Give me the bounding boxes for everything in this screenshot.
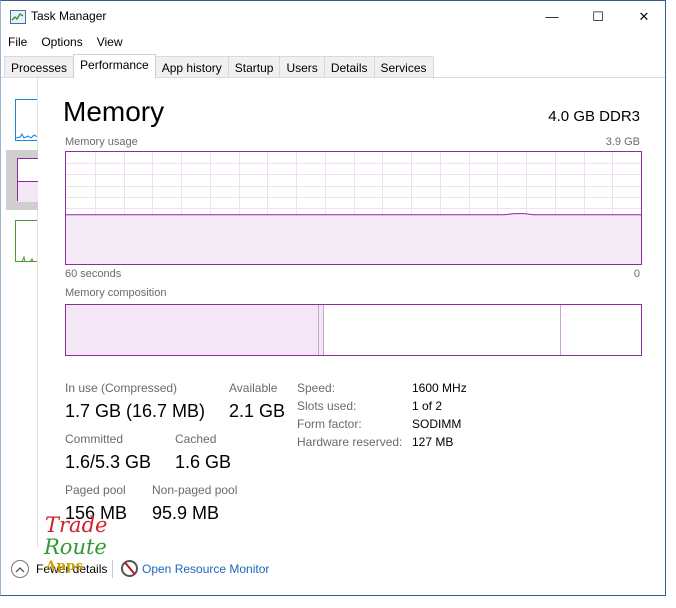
non-paged-pool-label: Non-paged pool [152,483,238,497]
menu-file[interactable]: File [1,32,34,52]
in-use-value: 1.7 GB (16.7 MB) [65,401,206,421]
committed-value: 1.6/5.3 GB [65,452,152,472]
memory-usage-label: Memory usage [65,136,138,148]
tab-app-history[interactable]: App history [154,56,229,77]
non-paged-pool-value: 95.9 MB [152,503,220,523]
disk-mini-graph [21,255,34,261]
window-title: Task Manager [31,9,107,23]
sidebar-item-memory[interactable] [6,150,38,210]
memory-composition-label: Memory composition [65,287,167,299]
cached-label: Cached [175,432,217,446]
tab-performance[interactable]: Performance [73,54,156,78]
memory-mini-graph [17,158,38,202]
hardware-reserved-label: Hardware reserved: [297,435,403,449]
footer-divider [112,560,113,578]
tab-startup[interactable]: Startup [227,56,281,77]
sidebar-item-cpu[interactable] [15,99,37,141]
close-button[interactable]: ✕ [621,1,667,32]
time-axis-left: 60 seconds [65,268,122,280]
minimize-icon: — [545,9,559,24]
hardware-reserved-value: 127 MB [412,435,454,449]
composition-modified[interactable] [319,305,324,355]
tab-processes[interactable]: Processes [4,56,75,77]
task-manager-window: Task Manager — ☐ ✕ File Options View Pro… [0,0,666,596]
memory-usage-graph [65,151,642,265]
performance-sidebar [1,78,38,548]
form-factor-value: SODIMM [412,417,462,431]
composition-standby-boundary [560,305,561,355]
title-bar[interactable]: Task Manager — ☐ ✕ [1,1,665,32]
task-manager-icon [10,10,26,24]
available-value: 2.1 GB [229,401,286,421]
speed-value: 1600 MHz [412,381,467,395]
resource-monitor-icon[interactable] [121,560,138,577]
watermark-line-2: Route [44,535,107,559]
tab-strip: Processes Performance App history Startu… [4,54,434,78]
fewer-details-button[interactable]: Fewer details [36,562,107,576]
open-resource-monitor-link[interactable]: Open Resource Monitor [142,562,269,576]
committed-label: Committed [65,432,124,446]
time-axis-right: 0 [633,268,640,280]
memory-usage-max: 3.9 GB [605,136,640,148]
menu-bar: File Options View [1,32,130,52]
in-use-label: In use (Compressed) [65,381,178,395]
menu-options[interactable]: Options [34,32,89,52]
memory-composition-bar [65,304,642,356]
menu-view[interactable]: View [90,32,130,52]
memory-usage-area [66,213,641,264]
maximize-icon: ☐ [592,8,604,24]
maximize-button[interactable]: ☐ [575,1,621,32]
tab-services[interactable]: Services [373,56,434,77]
speed-label: Speed: [297,381,336,395]
slots-used-label: Slots used: [297,399,357,413]
tab-details[interactable]: Details [323,56,375,77]
form-factor-label: Form factor: [297,417,362,431]
paged-pool-label: Paged pool [65,483,126,497]
slots-used-value: 1 of 2 [412,399,443,413]
available-label: Available [229,381,278,395]
composition-in-use[interactable] [66,305,319,355]
footer-bar: Fewer details Open Resource Monitor [1,557,665,583]
chevron-up-icon[interactable] [11,560,29,578]
close-icon: ✕ [638,8,650,24]
memory-usage-chart [66,152,641,264]
sidebar-item-disk[interactable] [15,220,37,262]
cpu-mini-graph [16,133,37,139]
minimize-button[interactable]: — [529,1,575,32]
page-title: Memory [63,96,165,127]
memory-spec: 4.0 GB DDR3 [548,108,640,125]
cached-value: 1.6 GB [175,452,232,472]
paged-pool-value: 156 MB [65,503,128,523]
memory-mini-fill [18,181,38,202]
tab-users[interactable]: Users [279,56,325,77]
